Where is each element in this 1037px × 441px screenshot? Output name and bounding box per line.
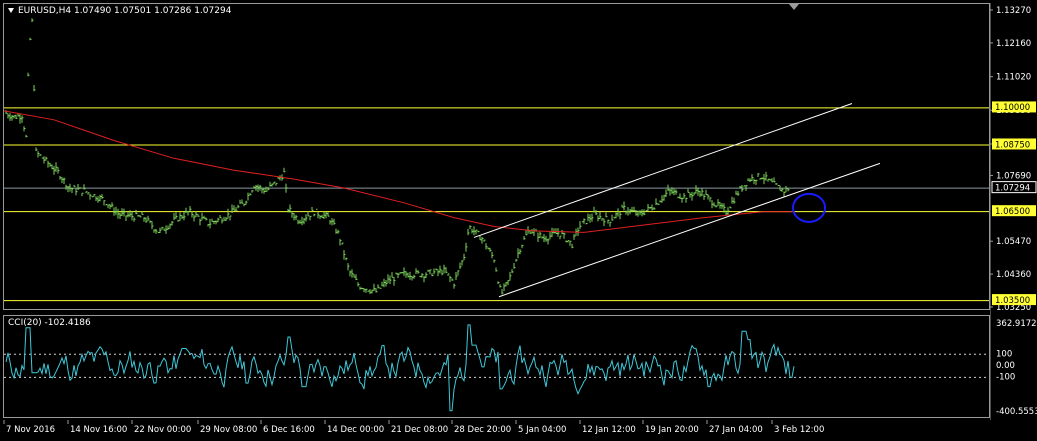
channel-upper-line [473, 103, 853, 238]
date-tick-label-4: 6 Dec 16:00 [263, 425, 315, 435]
date-tick-label-11: 27 Jan 04:00 [709, 425, 763, 435]
date-tick-label-8: 5 Jan 04:00 [518, 425, 566, 435]
price-label-1: 1.08750 [995, 140, 1030, 150]
price-chart-svg[interactable] [4, 4, 990, 310]
date-tick-label-2: 22 Nov 00:00 [134, 425, 191, 435]
price-tick-label-0: 1.13270 [996, 6, 1031, 16]
symbol-header-text: EURUSD,H4 1.07490 1.07501 1.07286 1.0729… [18, 6, 232, 16]
price-tick-label-6: 1.05470 [996, 237, 1031, 247]
cci-indicator-panel[interactable] [3, 315, 990, 418]
indicator-header: CCI(20) -102.4186 [8, 318, 91, 328]
symbol-header: EURUSD,H4 1.07490 1.07501 1.07286 1.0729… [8, 6, 231, 16]
cci-tick-label-4: -400.5553 [996, 407, 1037, 417]
date-tick-label-6: 21 Dec 08:00 [391, 425, 448, 435]
price-label-4: 1.03500 [995, 296, 1030, 306]
indicator-header-text: CCI(20) -102.4186 [8, 318, 91, 328]
price-bars [5, 18, 790, 295]
price-axis: 1.132701.121601.110201.098901.087501.076… [990, 3, 1037, 420]
price-label-2: 1.07294 [995, 183, 1030, 193]
cci-line [5, 324, 795, 412]
price-label-3: 1.06500 [995, 207, 1030, 217]
cci-tick-label-3: -100 [996, 372, 1015, 382]
price-label-0: 1.10000 [995, 103, 1030, 113]
chart-shift-marker-icon[interactable] [789, 4, 799, 10]
date-tick-label-3: 29 Nov 08:00 [200, 425, 257, 435]
date-tick-label-9: 12 Jan 12:00 [582, 425, 636, 435]
price-tick-label-2: 1.11020 [996, 73, 1031, 83]
cci-tick-label-0: 362.9172 [996, 319, 1037, 329]
chart-window[interactable]: EURUSD,H4 1.07490 1.07501 1.07286 1.0729… [0, 0, 1037, 441]
price-tick-label-1: 1.12160 [996, 39, 1031, 49]
price-chart-panel[interactable] [3, 3, 990, 310]
cci-tick-label-1: 100 [996, 349, 1012, 359]
date-tick-label-0: 7 Nov 2016 [6, 425, 55, 435]
cci-tick-label-2: 0.00 [996, 361, 1015, 371]
menu-triangle-icon[interactable] [8, 8, 14, 13]
cci-chart-svg[interactable] [4, 316, 990, 418]
date-tick-label-7: 28 Dec 20:00 [454, 425, 511, 435]
date-tick-label-5: 14 Dec 00:00 [327, 425, 384, 435]
marker-circle [792, 192, 826, 223]
date-axis: 7 Nov 2016 14 Nov 16:00 22 Nov 00:00 29 Nov… [3, 420, 824, 435]
date-tick-label-12: 3 Feb 12:00 [774, 425, 824, 435]
date-tick-label-10: 19 Jan 20:00 [645, 425, 699, 435]
date-tick-label-1: 14 Nov 16:00 [70, 425, 127, 435]
price-tick-label-7: 1.04360 [996, 270, 1031, 280]
price-tick-label-5: 1.07690 [996, 171, 1031, 181]
